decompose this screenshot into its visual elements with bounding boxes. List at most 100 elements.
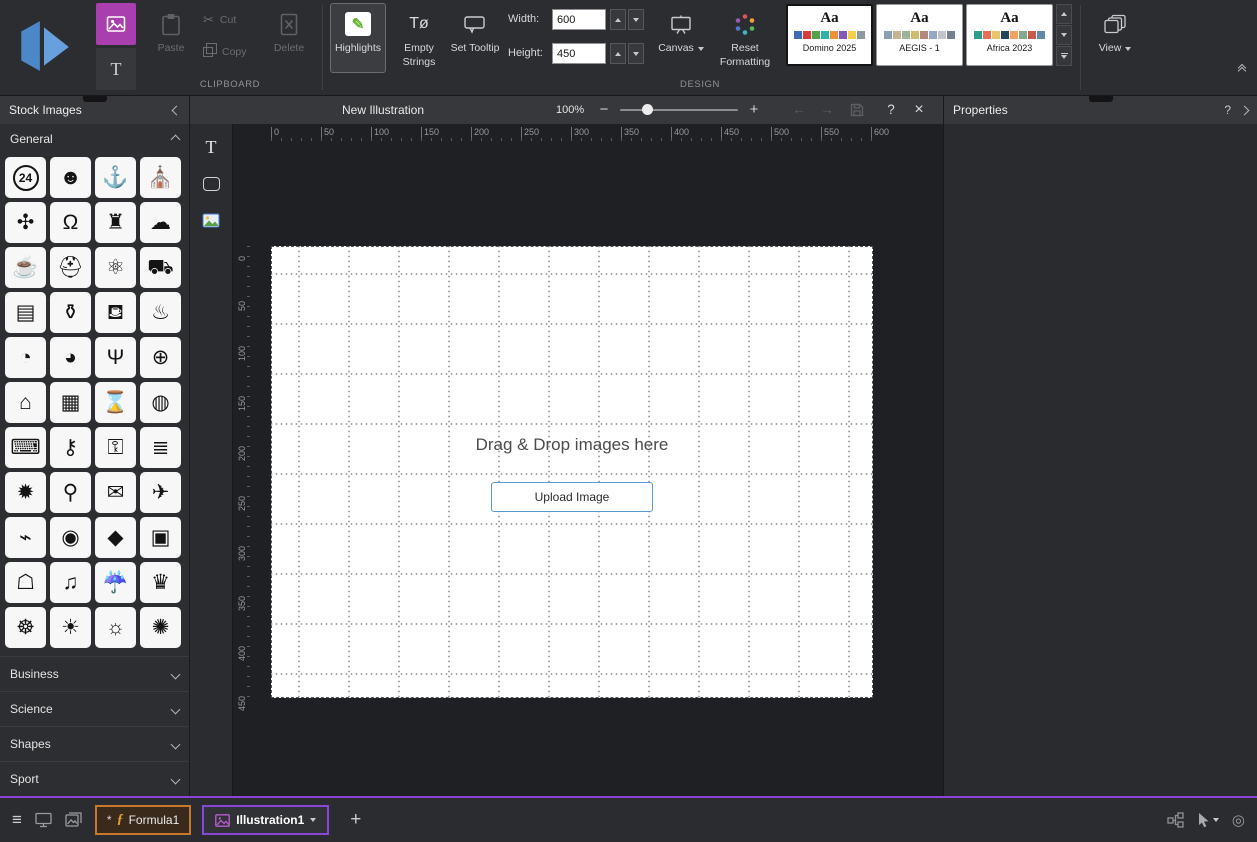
- copy-button[interactable]: Copy: [203, 46, 247, 58]
- save-button[interactable]: [848, 103, 866, 120]
- upload-image-button[interactable]: Upload Image: [491, 482, 653, 512]
- stock-image-gamepad[interactable]: ⌨: [5, 427, 46, 468]
- panel-drag-handle[interactable]: [83, 96, 107, 102]
- stock-image-cold-drink[interactable]: ⛾: [95, 292, 136, 333]
- stock-image-network[interactable]: ⚛: [95, 247, 136, 288]
- view-button[interactable]: View: [1088, 3, 1142, 73]
- stock-image-gift-box[interactable]: ▣: [140, 517, 181, 558]
- stock-image-key[interactable]: ⚷: [50, 427, 91, 468]
- theme-aegis-1[interactable]: AaAEGIS - 1: [876, 4, 963, 66]
- stock-image-wine-glass[interactable]: Ψ: [95, 337, 136, 378]
- width-input[interactable]: [552, 9, 606, 30]
- redo-button[interactable]: →: [818, 102, 836, 117]
- stock-image-shopping-basket[interactable]: ☖: [5, 562, 46, 603]
- stock-image-wine-bottle[interactable]: ⚱: [50, 292, 91, 333]
- stock-image-sun-rays[interactable]: ✺: [140, 607, 181, 648]
- empty-strings-button[interactable]: Tø Empty Strings: [392, 3, 446, 73]
- width-increase-button[interactable]: [610, 9, 626, 30]
- paste-button[interactable]: Paste: [146, 3, 196, 73]
- set-tooltip-button[interactable]: Set Tooltip: [448, 3, 502, 73]
- text-mode-tab[interactable]: T: [96, 48, 136, 90]
- section-general[interactable]: General: [0, 124, 189, 154]
- theme-domino-2025[interactable]: AaDomino 2025: [786, 4, 873, 66]
- stock-image-thinking-head[interactable]: ☻: [50, 157, 91, 198]
- height-decrease-button[interactable]: [628, 43, 644, 64]
- shape-tool[interactable]: [197, 170, 225, 198]
- stock-image-globe[interactable]: ⊕: [140, 337, 181, 378]
- tab-illustration1[interactable]: Illustration1: [202, 805, 329, 835]
- flow-icon[interactable]: [1167, 812, 1184, 828]
- collapse-ribbon-button[interactable]: [1239, 68, 1245, 74]
- stock-image-crown[interactable]: ♛: [140, 562, 181, 603]
- stock-image-rain-cloud[interactable]: ☔: [95, 562, 136, 603]
- section-business[interactable]: Business: [0, 656, 189, 691]
- tab-formula1[interactable]: * ƒ Formula1: [95, 805, 191, 835]
- image-tool[interactable]: [197, 207, 225, 235]
- section-shapes[interactable]: Shapes: [0, 726, 189, 761]
- stock-image-gauge[interactable]: ◔: [5, 337, 46, 378]
- artboard[interactable]: Drag & Drop images here Upload Image: [271, 246, 873, 698]
- gallery-expand-button[interactable]: [1056, 46, 1072, 66]
- close-document-button[interactable]: ×: [910, 101, 928, 119]
- properties-help-icon[interactable]: ?: [1224, 103, 1231, 117]
- undo-button[interactable]: ←: [790, 102, 808, 117]
- add-tab-button[interactable]: +: [350, 809, 361, 831]
- zoom-slider-thumb[interactable]: [642, 104, 653, 115]
- illustration-mode-tab[interactable]: [96, 3, 136, 45]
- menu-icon[interactable]: ≡: [12, 810, 22, 830]
- monitor-icon[interactable]: [35, 812, 52, 828]
- stock-image-plug[interactable]: ⌁: [5, 517, 46, 558]
- gallery-scroll-down-button[interactable]: [1056, 25, 1072, 45]
- stock-image-graduation-cap[interactable]: ⛑: [50, 247, 91, 288]
- height-input[interactable]: [552, 43, 606, 64]
- stock-image-anchor[interactable]: ⚓: [95, 157, 136, 198]
- tab-dropdown-icon[interactable]: [310, 818, 316, 822]
- highlights-button[interactable]: ✎ Highlights: [330, 3, 386, 73]
- stock-image-clipboard[interactable]: ▤: [5, 292, 46, 333]
- stock-image-map-pin[interactable]: ⚲: [50, 472, 91, 513]
- expand-panel-icon[interactable]: [1240, 105, 1250, 115]
- stock-image-light-bulb[interactable]: ✹: [5, 472, 46, 513]
- cut-button[interactable]: ✂ Cut: [203, 12, 236, 28]
- stock-image-hours-24[interactable]: 24: [5, 157, 46, 198]
- stock-image-shopping-cart[interactable]: ☸: [5, 607, 46, 648]
- stock-image-sun[interactable]: ☀: [50, 607, 91, 648]
- stock-image-envelope[interactable]: ✉: [95, 472, 136, 513]
- zoom-in-button[interactable]: +: [746, 101, 762, 118]
- canvas-button[interactable]: Canvas: [654, 3, 708, 73]
- stock-image-music-note[interactable]: ♫: [50, 562, 91, 603]
- stock-image-diamond[interactable]: ◆: [95, 517, 136, 558]
- collapse-panel-icon[interactable]: [172, 105, 182, 115]
- pointer-tool-button[interactable]: [1197, 812, 1219, 828]
- image-pages-icon[interactable]: [65, 812, 82, 828]
- panel-drag-handle[interactable]: [1089, 96, 1113, 102]
- text-tool[interactable]: T: [197, 133, 225, 161]
- stock-image-bell[interactable]: Ω: [50, 202, 91, 243]
- stock-image-home[interactable]: ⌂: [5, 382, 46, 423]
- stock-image-hourglass[interactable]: ⌛: [95, 382, 136, 423]
- stock-image-layers[interactable]: ≣: [140, 427, 181, 468]
- stock-image-fire[interactable]: ♨: [140, 292, 181, 333]
- app-logo[interactable]: [14, 16, 76, 78]
- section-science[interactable]: Science: [0, 691, 189, 726]
- stock-image-door-key[interactable]: ⚿: [95, 427, 136, 468]
- reset-formatting-button[interactable]: Reset Formatting: [712, 3, 778, 73]
- stock-image-power-button[interactable]: ◉: [50, 517, 91, 558]
- stock-image-bright-sun[interactable]: ☼: [95, 607, 136, 648]
- stock-image-speedometer[interactable]: ◕: [50, 337, 91, 378]
- stock-image-storm-cloud[interactable]: ☁: [140, 202, 181, 243]
- zoom-out-button[interactable]: −: [596, 101, 612, 118]
- width-decrease-button[interactable]: [628, 9, 644, 30]
- delete-button[interactable]: Delete: [264, 3, 314, 73]
- zoom-slider[interactable]: [620, 109, 738, 111]
- section-sport[interactable]: Sport: [0, 761, 189, 796]
- theme-africa-2023[interactable]: AaAfrica 2023: [966, 4, 1053, 66]
- stock-image-castle[interactable]: ♜: [95, 202, 136, 243]
- stock-image-airplane[interactable]: ✈: [140, 472, 181, 513]
- target-icon[interactable]: ◎: [1232, 811, 1245, 829]
- stock-image-delivery-truck[interactable]: ⛟: [140, 247, 181, 288]
- stock-image-museum[interactable]: ⛪: [140, 157, 181, 198]
- height-increase-button[interactable]: [610, 43, 626, 64]
- help-button[interactable]: ?: [882, 102, 900, 117]
- stock-image-coffee-cup[interactable]: ☕: [5, 247, 46, 288]
